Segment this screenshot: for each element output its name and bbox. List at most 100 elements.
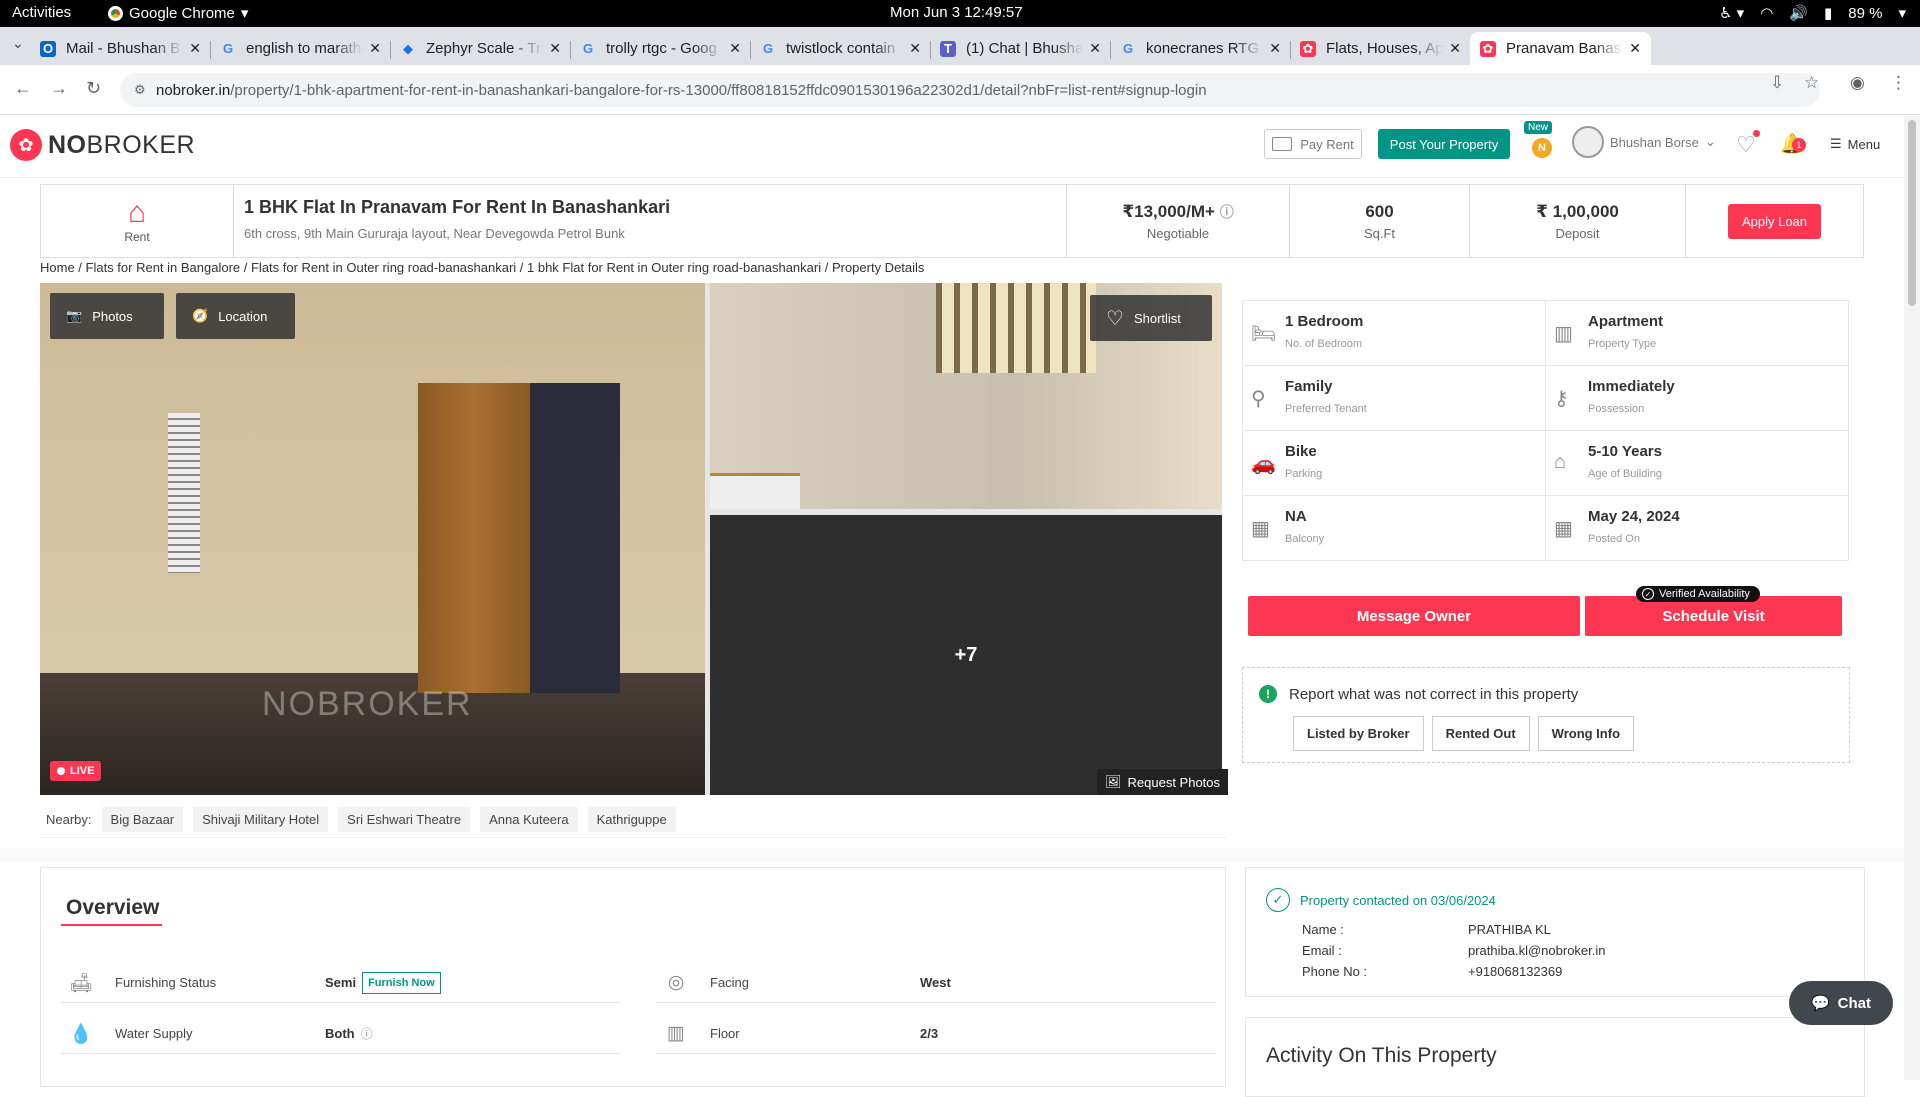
check-icon: ✓ xyxy=(1642,588,1654,600)
close-tab-icon[interactable]: ✕ xyxy=(729,40,741,57)
forward-icon[interactable]: → xyxy=(50,78,68,99)
area-value: 600 xyxy=(1365,201,1394,221)
profile-icon[interactable]: ◉ xyxy=(1850,73,1865,93)
tab-title: (1) Chat | Bhusha xyxy=(966,40,1084,57)
request-photos-button[interactable]: 🖼 Request Photos xyxy=(1097,769,1229,795)
detail-cell: ▦ NA Balcony xyxy=(1243,496,1546,561)
info-icon[interactable]: ⓘ xyxy=(1220,204,1234,220)
logo-rest: BROKER xyxy=(86,130,196,159)
photos-button[interactable]: 📷 Photos xyxy=(50,293,164,339)
close-tab-icon[interactable]: ✕ xyxy=(1269,40,1281,57)
shortlist-heart-icon[interactable]: ♡ xyxy=(1736,130,1760,158)
scrollbar-thumb[interactable] xyxy=(1908,120,1916,306)
browser-tab[interactable]: ✿ Flats, Houses, Ap ✕ xyxy=(1290,32,1471,65)
close-tab-icon[interactable]: ✕ xyxy=(1089,40,1101,57)
n-coin-icon[interactable]: N xyxy=(1532,138,1552,158)
activities-button[interactable]: Activities xyxy=(12,4,71,21)
back-icon[interactable]: ← xyxy=(14,78,32,99)
site-info-icon[interactable]: ⚙ xyxy=(134,82,146,98)
chat-button[interactable]: 💬 Chat xyxy=(1789,981,1893,1025)
report-option-button[interactable]: Wrong Info xyxy=(1537,716,1635,751)
nearby-chip[interactable]: Kathriguppe xyxy=(587,807,676,832)
browser-tab[interactable]: Genglish to marathi ✕ xyxy=(210,32,391,65)
browser-tab[interactable]: T (1) Chat | Bhusha ✕ xyxy=(930,32,1111,65)
live-dot-icon xyxy=(57,767,65,775)
overview-title: Overview xyxy=(66,896,160,919)
browser-tab[interactable]: Gkonecranes RTG ✕ xyxy=(1110,32,1291,65)
overview-section: Overview 🛋 Furnishing Status Semi Furnish… xyxy=(40,867,1226,1087)
report-option-button[interactable]: Rented Out xyxy=(1431,716,1530,751)
breadcrumb[interactable]: Home / Flats for Rent in Bangalore / Fla… xyxy=(40,260,924,275)
report-option-button[interactable]: Listed by Broker xyxy=(1293,716,1424,751)
contact-details: ✓ Property contacted on 03/06/2024 Name … xyxy=(1245,867,1865,997)
watermark: NOBROKER xyxy=(262,685,473,723)
browser-tab[interactable]: Gtwistlock contain ✕ xyxy=(750,32,931,65)
zephyr-icon: ◆ xyxy=(403,40,413,56)
nearby-chip[interactable]: Big Bazaar xyxy=(101,807,184,832)
notification-bell-icon[interactable]: 🔔1 xyxy=(1780,132,1806,156)
app-menu[interactable]: Google Chrome ▾ xyxy=(108,4,248,22)
area-unit: Sq.Ft xyxy=(1363,225,1396,241)
close-tab-icon[interactable]: ✕ xyxy=(189,40,201,57)
close-tab-icon[interactable]: ✕ xyxy=(1629,40,1641,57)
chrome-menu-icon[interactable]: ⋮ xyxy=(1890,73,1907,93)
close-tab-icon[interactable]: ✕ xyxy=(1449,40,1461,57)
floor-value: 2/3 xyxy=(920,1026,939,1041)
nearby-chip[interactable]: Anna Kuteera xyxy=(480,807,578,832)
apply-loan-button[interactable]: Apply Loan xyxy=(1727,203,1822,239)
more-photos-tile[interactable]: +7 xyxy=(710,515,1222,795)
close-tab-icon[interactable]: ✕ xyxy=(909,40,921,57)
nearby-label: Nearby: xyxy=(46,812,92,827)
google-icon: G xyxy=(222,41,234,56)
system-tray[interactable]: ♿ ▾ ◠ 🔊 ▮ 89 % ▾ xyxy=(1719,4,1906,23)
menu-button[interactable]: ☰ Menu xyxy=(1830,136,1880,152)
pay-rent-button[interactable]: Pay Rent xyxy=(1264,129,1362,159)
nearby-chip[interactable]: Shivaji Military Hotel xyxy=(193,807,329,832)
tenant-icon: ⚲ xyxy=(1251,388,1266,410)
reload-icon[interactable]: ↻ xyxy=(86,78,101,99)
tab-search-icon[interactable]: ⌄ xyxy=(12,35,24,52)
image-icon: 🖼 xyxy=(1105,774,1122,789)
wifi-icon: ◠ xyxy=(1760,5,1774,22)
compass-icon: 🧭 xyxy=(192,308,209,323)
shortlist-button[interactable]: ♡ Shortlist xyxy=(1090,295,1212,341)
info-icon[interactable]: ⓘ xyxy=(361,1025,373,1042)
detail-value: 5-10 Years xyxy=(1588,443,1662,460)
furnish-now-button[interactable]: Furnish Now xyxy=(362,971,441,994)
facing-value: West xyxy=(920,975,951,990)
user-menu[interactable]: Bhushan Borse ⌄ xyxy=(1572,126,1716,158)
google-icon: G xyxy=(1122,41,1134,56)
browser-tab[interactable]: ◆ Zephyr Scale - Tr ✕ xyxy=(390,32,571,65)
owner-phone[interactable]: +918068132369 xyxy=(1468,964,1562,979)
page-scrollbar[interactable] xyxy=(1904,116,1920,1080)
browser-tab[interactable]: O Mail - Bhushan B ✕ xyxy=(30,32,211,65)
detail-cell: ⚷ Immediately Possession xyxy=(1546,366,1849,431)
nobroker-logo[interactable]: ✿ NOBROKER xyxy=(10,129,195,161)
nobroker-logo-icon: ✿ xyxy=(10,129,42,161)
post-property-button[interactable]: Post Your Property xyxy=(1378,129,1510,159)
main-photo[interactable]: NOBROKER xyxy=(40,283,705,795)
owner-email[interactable]: prathiba.kl@nobroker.in xyxy=(1468,943,1606,958)
schedule-visit-button[interactable]: Schedule Visit xyxy=(1585,596,1842,636)
detail-cell: ⚲ Family Preferred Tenant xyxy=(1243,366,1546,431)
install-app-icon[interactable]: ⇩ xyxy=(1770,73,1784,93)
url-host: nobroker.in xyxy=(156,81,231,99)
live-label: LIVE xyxy=(70,765,95,777)
browser-tab[interactable]: Gtrolly rtgc - Goog ✕ xyxy=(570,32,751,65)
tab-title: english to marathi xyxy=(246,40,364,57)
bookmark-star-icon[interactable]: ☆ xyxy=(1804,73,1819,93)
address-bar[interactable]: ⚙ nobroker.in/property/1-bhk-apartment-f… xyxy=(120,73,1820,107)
close-tab-icon[interactable]: ✕ xyxy=(369,40,381,57)
deposit-value: ₹ 1,00,000 xyxy=(1536,201,1619,221)
tab-title: twistlock contain xyxy=(786,40,896,57)
detail-label: Age of Building xyxy=(1588,468,1662,480)
url-path: /property/1-bhk-apartment-for-rent-in-ba… xyxy=(230,81,1207,99)
deposit-label: Deposit xyxy=(1555,225,1600,241)
clock[interactable]: Mon Jun 3 12:49:57 xyxy=(890,4,1023,21)
message-owner-button[interactable]: Message Owner xyxy=(1248,596,1580,636)
shortlist-label: Shortlist xyxy=(1133,310,1181,326)
close-tab-icon[interactable]: ✕ xyxy=(549,40,561,57)
browser-tab[interactable]: ✿ Pranavam Banasl ✕ xyxy=(1470,32,1651,65)
nearby-chip[interactable]: Sri Eshwari Theatre xyxy=(338,807,471,832)
location-button[interactable]: 🧭 Location xyxy=(176,293,295,339)
